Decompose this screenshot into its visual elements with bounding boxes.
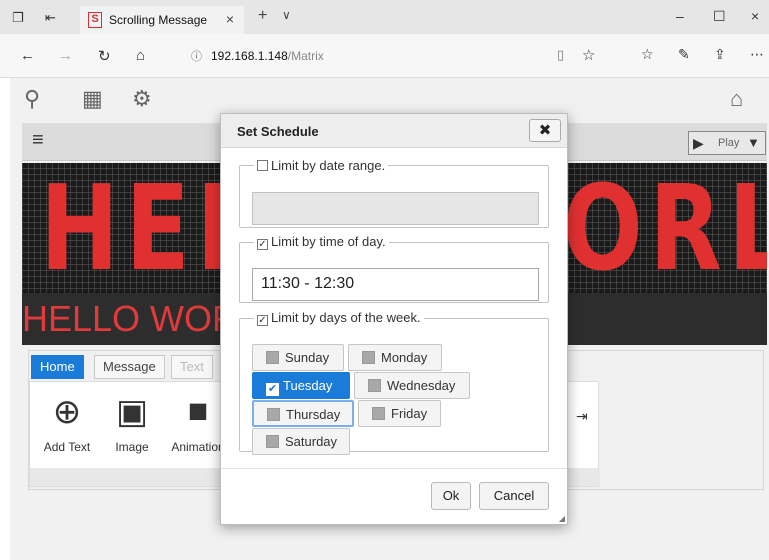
site-logo-icon: S [88,12,102,28]
animation-button[interactable]: ■ Animation [168,392,228,454]
date-range-input[interactable] [252,192,539,225]
time-of-day-checkbox[interactable]: ✓ [257,239,268,250]
unchecked-box-icon [368,379,381,392]
site-info-icon[interactable]: ⓘ [191,48,202,64]
animation-label: Animation [171,440,225,454]
day-tuesday[interactable]: ✔ Tuesday [252,372,350,399]
favorite-star-icon[interactable]: ☆ [582,46,595,64]
unchecked-box-icon [266,435,279,448]
refresh-icon[interactable]: ↻ [98,47,111,65]
dialog-footer-divider [221,468,567,469]
play-dropdown[interactable]: ▶ Play ▼ [688,131,766,155]
new-tab-icon[interactable]: + [258,7,267,25]
days-of-week-legend[interactable]: ✓ Limit by days of the week. [254,310,424,326]
grid-icon[interactable]: ▦ [82,86,103,112]
image-label: Image [115,440,149,454]
days-of-week-group: ✓ Limit by days of the week. Sunday Monda… [239,310,549,455]
add-text-button[interactable]: ⊕ Add Text [40,392,94,454]
day-saturday[interactable]: Saturday [252,428,350,455]
web-note-icon[interactable]: ✎ [678,46,690,63]
tab-close-icon[interactable]: × [226,11,234,27]
image-button[interactable]: ▣ Image [108,392,156,454]
minimize-icon[interactable]: – [676,8,684,24]
favorites-list-icon[interactable]: ☆ [641,46,654,63]
share-icon[interactable]: ⇪ [714,46,726,63]
close-window-icon[interactable]: × [751,8,759,24]
unchecked-box-icon [372,407,385,420]
time-of-day-input[interactable]: 11:30 - 12:30 [252,268,539,301]
days-of-week-checkbox[interactable]: ✓ [257,315,268,326]
tab-message[interactable]: Message [94,355,165,379]
browser-tab[interactable]: S Scrolling Message × [80,6,244,34]
gears-icon[interactable]: ⚙ [132,86,152,112]
url-text: 192.168.1.148/Matrix [211,49,324,63]
add-text-label: Add Text [43,440,91,454]
day-sunday[interactable]: Sunday [252,344,344,371]
more-icon[interactable]: ⋯ [750,46,764,63]
set-aside-tabs-icon[interactable]: ⇤ [45,10,56,26]
chevron-down-icon: ▼ [747,135,760,150]
time-of-day-legend[interactable]: ✓ Limit by time of day. [254,234,389,250]
day-friday[interactable]: Friday [358,400,441,427]
unchecked-box-icon [362,351,375,364]
play-label: Play [718,137,740,149]
tab-actions-icon[interactable]: ❐ [12,10,24,26]
add-circle-icon: ⊕ [52,393,82,431]
address-bar-row: ← → ↻ ⌂ ⓘ 192.168.1.148/Matrix ▯ ☆ ☆ ✎ ⇪… [0,34,769,78]
tab-text[interactable]: Text [171,355,213,379]
home-icon[interactable]: ⌂ [136,47,145,64]
maximize-icon[interactable]: ☐ [713,8,726,25]
url-field[interactable]: ⓘ 192.168.1.148/Matrix ▯ ☆ [176,44,616,68]
browser-titlebar: ❐ ⇤ S Scrolling Message × + ∨ – ☐ × [0,0,769,34]
dialog-title: Set Schedule [237,124,319,139]
tab-title: Scrolling Message [109,13,208,27]
image-icon: ▣ [115,393,149,431]
day-wednesday[interactable]: Wednesday [354,372,470,399]
day-thursday[interactable]: Thursday [252,400,354,427]
dialog-header: Set Schedule ✖ [221,114,567,148]
resize-grip-icon[interactable]: ◢ [559,514,565,523]
reading-view-icon[interactable]: ▯ [557,47,564,63]
video-icon: ■ [187,392,209,430]
sitemap-icon[interactable]: ⚲ [24,86,40,112]
cancel-button[interactable]: Cancel [479,482,549,510]
date-range-checkbox[interactable] [257,160,268,171]
dialog-close-button[interactable]: ✖ [529,119,561,142]
menu-icon[interactable]: ≡ [32,129,44,152]
tab-preview-icon[interactable]: ∨ [282,8,291,22]
back-icon[interactable]: ← [20,47,35,64]
day-monday[interactable]: Monday [348,344,442,371]
set-schedule-dialog: Set Schedule ✖ Limit by date range. ✓ Lim… [220,113,568,525]
unchecked-box-icon [266,351,279,364]
date-range-legend[interactable]: Limit by date range. [254,158,388,173]
checkmark-icon: ✔ [266,383,279,396]
home-app-icon[interactable]: ⌂ [730,86,743,112]
play-icon: ▶ [693,135,704,151]
unchecked-box-icon [267,408,280,421]
ok-button[interactable]: Ok [431,482,471,510]
forward-icon[interactable]: → [58,47,73,64]
align-right-icon[interactable]: ⇥ [576,408,588,425]
time-of-day-group: ✓ Limit by time of day. 11:30 - 12:30 [239,234,549,303]
date-range-group: Limit by date range. [239,158,549,228]
tab-home[interactable]: Home [31,355,84,379]
